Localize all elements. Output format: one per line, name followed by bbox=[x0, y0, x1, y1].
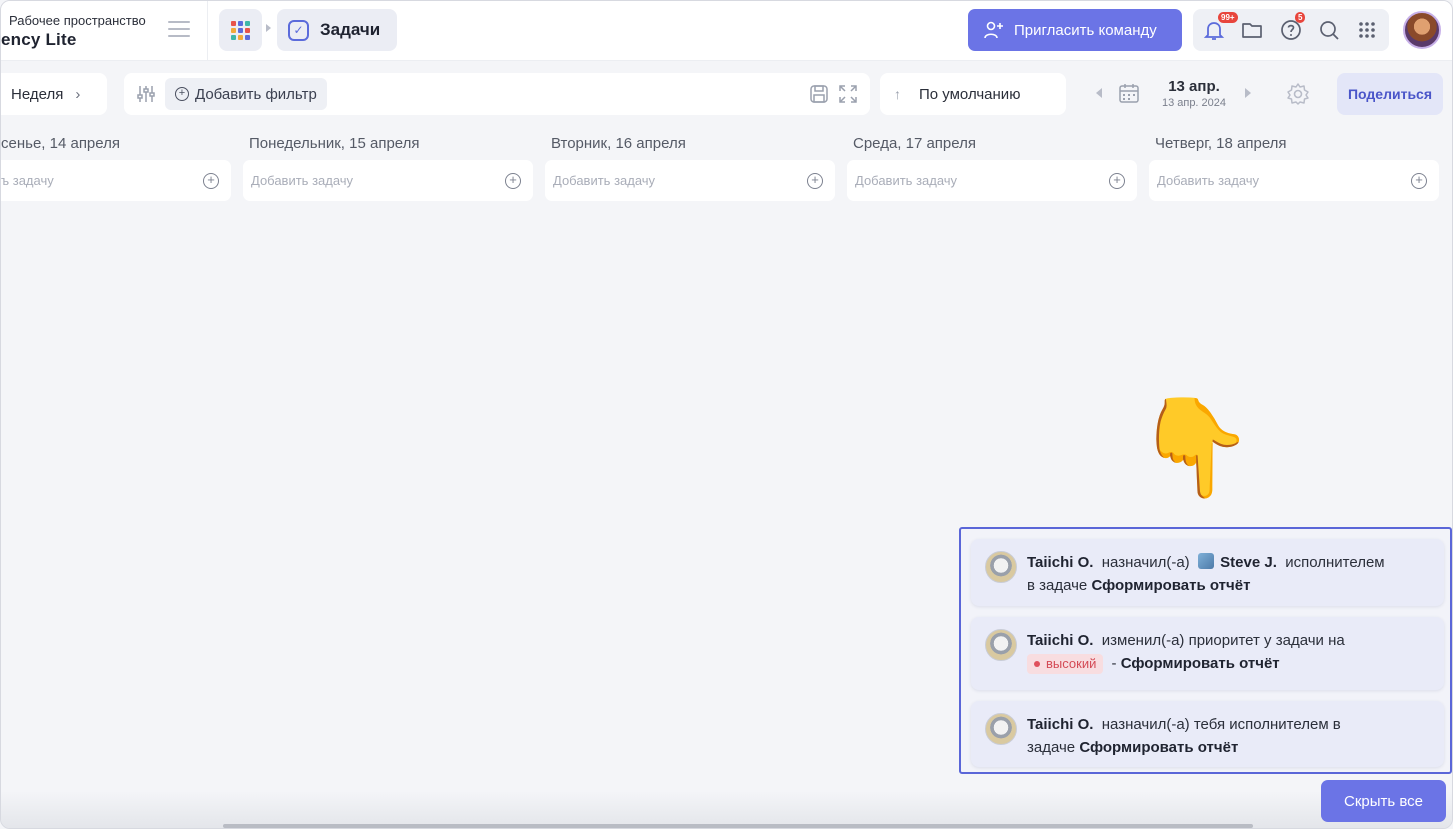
add-task-placeholder: Добавить задачу bbox=[1157, 173, 1260, 188]
add-task-field[interactable]: ъ задачу + bbox=[1, 160, 231, 201]
add-filter-label: Добавить фильтр bbox=[195, 85, 317, 103]
pointing-down-hand-icon: 👇 bbox=[1135, 391, 1255, 503]
notification-line2-prefix: задаче bbox=[1027, 739, 1076, 756]
day-title: сенье, 14 апреля bbox=[1, 135, 120, 152]
help-badge: 5 bbox=[1295, 12, 1306, 23]
add-task-icon[interactable]: + bbox=[505, 172, 521, 189]
notification-rest: исполнителем bbox=[1285, 554, 1385, 571]
breadcrumb-tasks[interactable]: ✓ Задачи bbox=[277, 9, 397, 51]
view-label: Неделя bbox=[11, 85, 64, 103]
current-date[interactable]: 13 апр. bbox=[1156, 78, 1232, 95]
chevron-right-icon: › bbox=[75, 85, 81, 103]
priority-dot-icon bbox=[1034, 661, 1040, 667]
invite-team-label: Пригласить команду bbox=[1014, 21, 1157, 39]
notification-card[interactable]: Taiichi O. назначил(-а) тебя исполнителе… bbox=[971, 701, 1444, 767]
apps-button[interactable] bbox=[219, 9, 262, 51]
day-title: Понедельник, 15 апреля bbox=[249, 135, 420, 152]
share-button[interactable]: Поделиться bbox=[1337, 73, 1443, 115]
notification-task[interactable]: Сформировать отчёт bbox=[1121, 655, 1280, 672]
add-task-field[interactable]: Добавить задачу + bbox=[243, 160, 533, 201]
workspace-name[interactable]: ency Lite bbox=[1, 30, 77, 50]
add-task-icon[interactable]: + bbox=[807, 172, 823, 189]
day-column: Вторник, 16 апреля Добавить задачу + bbox=[545, 135, 835, 201]
notification-task[interactable]: Сформировать отчёт bbox=[1091, 577, 1250, 594]
notification-line2-prefix: в задаче bbox=[1027, 577, 1088, 594]
next-date-icon[interactable] bbox=[1245, 88, 1251, 98]
page-title: Задачи bbox=[320, 20, 381, 39]
horizontal-scrollbar[interactable] bbox=[223, 824, 1253, 828]
add-task-placeholder: Добавить задачу bbox=[553, 173, 656, 188]
apps-dots-icon[interactable] bbox=[1355, 18, 1379, 42]
view-selector[interactable]: Неделя › bbox=[1, 73, 107, 115]
filter-bar: + Добавить фильтр bbox=[124, 73, 870, 115]
add-task-field[interactable]: Добавить задачу + bbox=[545, 160, 835, 201]
add-task-field[interactable]: Добавить задачу + bbox=[847, 160, 1137, 201]
notification-user: Taiichi O. bbox=[1027, 632, 1094, 649]
search-icon[interactable] bbox=[1317, 18, 1341, 42]
notification-task[interactable]: Сформировать отчёт bbox=[1079, 739, 1238, 756]
notifications-badge: 99+ bbox=[1218, 12, 1238, 23]
workspace-caption: Рабочее пространство bbox=[9, 13, 146, 28]
notification-avatar bbox=[985, 551, 1017, 583]
add-task-field[interactable]: Добавить задачу + bbox=[1149, 160, 1439, 201]
notification-target-user: Steve J. bbox=[1220, 554, 1277, 571]
apps-grid-icon bbox=[231, 20, 250, 40]
notifications-panel: Taiichi O. назначил(-а) Steve J. исполни… bbox=[959, 527, 1452, 774]
notification-action: назначил(-а) тебя исполнителем в bbox=[1101, 716, 1341, 733]
invite-team-button[interactable]: Пригласить команду bbox=[968, 9, 1182, 51]
expand-icon[interactable] bbox=[838, 84, 858, 104]
plus-circle-icon: + bbox=[175, 87, 189, 101]
day-column: Понедельник, 15 апреля Добавить задачу + bbox=[243, 135, 533, 201]
add-task-icon[interactable]: + bbox=[1411, 172, 1427, 189]
notification-user: Taiichi O. bbox=[1027, 716, 1094, 733]
divider bbox=[207, 1, 208, 61]
calendar-icon[interactable] bbox=[1118, 82, 1140, 104]
day-title: Вторник, 16 апреля bbox=[551, 135, 686, 152]
priority-badge: высокий bbox=[1027, 654, 1104, 674]
notification-action: изменил(-а) приоритет у задачи на bbox=[1101, 632, 1345, 649]
add-task-placeholder: ъ задачу bbox=[1, 173, 54, 188]
notification-avatar bbox=[985, 713, 1017, 745]
add-user-icon bbox=[984, 21, 1003, 39]
add-task-icon[interactable]: + bbox=[203, 172, 219, 189]
day-column: Четверг, 18 апреля Добавить задачу + bbox=[1149, 135, 1439, 201]
notification-dash: - bbox=[1111, 655, 1117, 672]
current-date-full: 13 апр. 2024 bbox=[1161, 97, 1227, 109]
filter-settings-icon[interactable] bbox=[136, 84, 156, 104]
gear-icon[interactable] bbox=[1286, 82, 1310, 106]
header-icons: 99+ 5 bbox=[1193, 9, 1389, 51]
notification-card[interactable]: Taiichi O. изменил(-а) приоритет у задач… bbox=[971, 617, 1444, 690]
day-column: сенье, 14 апреля ъ задачу + bbox=[1, 135, 231, 201]
app-window: Рабочее пространство ency Lite ✓ Задачи … bbox=[0, 0, 1453, 829]
add-filter-button[interactable]: + Добавить фильтр bbox=[165, 78, 327, 110]
sort-label: По умолчанию bbox=[919, 85, 1021, 103]
priority-label: высокий bbox=[1046, 656, 1097, 671]
assignee-avatar bbox=[1198, 553, 1214, 569]
notification-user: Taiichi O. bbox=[1027, 554, 1094, 571]
prev-date-icon[interactable] bbox=[1096, 88, 1102, 98]
user-avatar[interactable] bbox=[1403, 11, 1441, 49]
menu-icon[interactable] bbox=[168, 21, 190, 39]
add-task-placeholder: Добавить задачу bbox=[251, 173, 354, 188]
day-title: Среда, 17 апреля bbox=[853, 135, 976, 152]
add-task-placeholder: Добавить задачу bbox=[855, 173, 958, 188]
notification-text: Taiichi O. изменил(-а) приоритет у задач… bbox=[1027, 629, 1430, 675]
folder-icon[interactable] bbox=[1240, 18, 1264, 42]
sort-arrow-icon: ↑ bbox=[894, 86, 901, 102]
notification-text: Taiichi O. назначил(-а) тебя исполнителе… bbox=[1027, 713, 1430, 759]
top-bar: Рабочее пространство ency Lite ✓ Задачи … bbox=[1, 1, 1452, 61]
breadcrumb-separator-icon bbox=[266, 24, 271, 32]
notification-text: Taiichi O. назначил(-а) Steve J. исполни… bbox=[1027, 551, 1430, 597]
notification-action: назначил(-а) bbox=[1101, 554, 1190, 571]
day-column: Среда, 17 апреля Добавить задачу + bbox=[847, 135, 1137, 201]
sort-selector[interactable]: ↑ По умолчанию bbox=[880, 73, 1066, 115]
hide-all-button[interactable]: Скрыть все bbox=[1321, 780, 1446, 822]
notification-avatar bbox=[985, 629, 1017, 661]
tasks-check-icon: ✓ bbox=[288, 19, 309, 41]
save-icon[interactable] bbox=[809, 84, 829, 104]
notification-card[interactable]: Taiichi O. назначил(-а) Steve J. исполни… bbox=[971, 539, 1444, 606]
day-title: Четверг, 18 апреля bbox=[1155, 135, 1287, 152]
add-task-icon[interactable]: + bbox=[1109, 172, 1125, 189]
